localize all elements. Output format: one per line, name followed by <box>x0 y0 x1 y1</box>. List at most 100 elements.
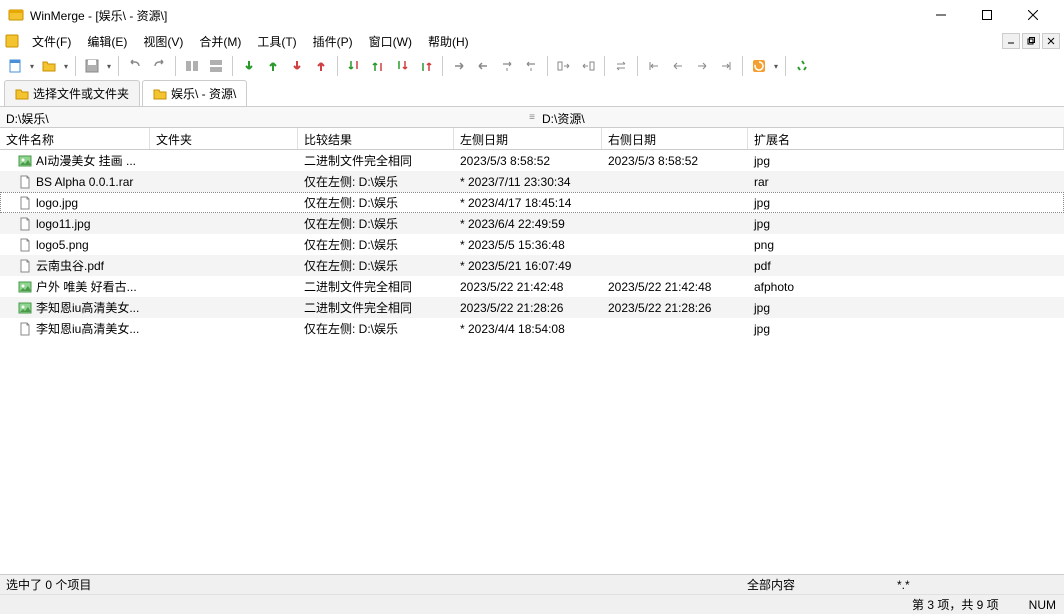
cell-left-date: * 2023/5/21 16:07:49 <box>454 259 602 273</box>
status-count: 第 3 项，共 9 项 <box>912 596 999 613</box>
cell-right-date: 2023/5/22 21:28:26 <box>602 301 748 315</box>
cell-result: 仅在左侧: D:\娱乐 <box>298 236 454 253</box>
save-button[interactable] <box>81 55 103 77</box>
mdi-minimize-button[interactable] <box>1002 33 1020 49</box>
left-path[interactable]: D:\娱乐\ <box>0 107 528 127</box>
new-dropdown[interactable]: ▾ <box>28 55 36 77</box>
table-row[interactable]: 户外 唯美 好看古...二进制文件完全相同2023/5/22 21:42:482… <box>0 276 1064 297</box>
file-grid: AI动漫美女 挂画 ...二进制文件完全相同2023/5/3 8:58:5220… <box>0 150 1064 574</box>
menu-help[interactable]: 帮助(H) <box>420 31 477 52</box>
diff-down2-button[interactable] <box>343 55 365 77</box>
cell-extension: jpg <box>748 196 1064 210</box>
copy-left-next-button[interactable] <box>520 55 542 77</box>
status-selection: 选中了 0 个项目 <box>6 576 747 593</box>
cell-left-date: * 2023/5/5 15:36:48 <box>454 238 602 252</box>
header-filename[interactable]: 文件名称 <box>0 128 150 149</box>
table-row[interactable]: 李知恩iu高清美女...仅在左侧: D:\娱乐* 2023/4/4 18:54:… <box>0 318 1064 339</box>
menu-file[interactable]: 文件(F) <box>24 31 79 52</box>
save-dropdown[interactable]: ▾ <box>105 55 113 77</box>
menubar: 文件(F) 编辑(E) 视图(V) 合并(M) 工具(T) 插件(P) 窗口(W… <box>0 30 1064 52</box>
cell-result: 二进制文件完全相同 <box>298 152 454 169</box>
doc-icon <box>4 33 20 49</box>
cell-filename: logo.jpg <box>0 196 150 210</box>
table-row[interactable]: 云南虫谷.pdf仅在左侧: D:\娱乐* 2023/5/21 16:07:49p… <box>0 255 1064 276</box>
toggle2-button[interactable] <box>205 55 227 77</box>
toggle1-button[interactable] <box>181 55 203 77</box>
diff-down3-button[interactable] <box>391 55 413 77</box>
cell-left-date: * 2023/7/11 23:30:34 <box>454 175 602 189</box>
menu-view[interactable]: 视图(V) <box>135 31 191 52</box>
diff-up-button[interactable] <box>262 55 284 77</box>
copy-right-button[interactable] <box>448 55 470 77</box>
tab-compare[interactable]: 娱乐\ - 资源\ <box>142 80 247 106</box>
cell-result: 仅在左侧: D:\娱乐 <box>298 257 454 274</box>
cell-result: 仅在左侧: D:\娱乐 <box>298 215 454 232</box>
cell-left-date: * 2023/4/17 18:45:14 <box>454 196 602 210</box>
diff-down-button[interactable] <box>238 55 260 77</box>
status-bar-main: 选中了 0 个项目 全部内容 *.* <box>0 574 1064 594</box>
mdi-restore-button[interactable] <box>1022 33 1040 49</box>
menu-tools[interactable]: 工具(T) <box>249 31 304 52</box>
refresh-button[interactable] <box>748 55 770 77</box>
menu-edit[interactable]: 编辑(E) <box>79 31 135 52</box>
cell-left-date: * 2023/4/4 18:54:08 <box>454 322 602 336</box>
cell-extension: png <box>748 238 1064 252</box>
header-extension[interactable]: 扩展名 <box>748 128 1064 149</box>
cell-right-date: 2023/5/3 8:58:52 <box>602 154 748 168</box>
table-row[interactable]: logo5.png仅在左侧: D:\娱乐* 2023/5/5 15:36:48p… <box>0 234 1064 255</box>
tab-bar: 选择文件或文件夹 娱乐\ - 资源\ <box>0 80 1064 106</box>
first-diff-button[interactable] <box>643 55 665 77</box>
menu-merge[interactable]: 合并(M) <box>191 31 249 52</box>
tab-select-label: 选择文件或文件夹 <box>33 85 129 102</box>
header-folder[interactable]: 文件夹 <box>150 128 298 149</box>
status-filter: *.* <box>897 578 1058 592</box>
diff-up2-button[interactable] <box>367 55 389 77</box>
undo-button[interactable] <box>124 55 146 77</box>
refresh-dropdown[interactable]: ▾ <box>772 55 780 77</box>
open-dropdown[interactable]: ▾ <box>62 55 70 77</box>
cell-extension: jpg <box>748 154 1064 168</box>
next-diff-button[interactable] <box>691 55 713 77</box>
header-right-date[interactable]: 右侧日期 <box>602 128 748 149</box>
last-diff-button[interactable] <box>715 55 737 77</box>
table-row[interactable]: logo.jpg 仅在左侧: D:\娱乐* 2023/4/17 18:45:14 j… <box>0 192 1064 213</box>
diff-up-red-button[interactable] <box>310 55 332 77</box>
mdi-close-button[interactable] <box>1042 33 1060 49</box>
copy-right-next-button[interactable] <box>496 55 518 77</box>
cell-extension: afphoto <box>748 280 1064 294</box>
path-separator-icon[interactable]: ≡ <box>528 107 536 127</box>
right-path[interactable]: D:\资源\ <box>536 107 1064 127</box>
cell-filename: BS Alpha 0.0.1.rar <box>0 175 150 189</box>
copy-left-button[interactable] <box>472 55 494 77</box>
table-row[interactable]: logo11.jpg仅在左侧: D:\娱乐* 2023/6/4 22:49:59… <box>0 213 1064 234</box>
swap-button[interactable] <box>610 55 632 77</box>
minimize-button[interactable] <box>918 0 964 30</box>
header-result[interactable]: 比较结果 <box>298 128 454 149</box>
recycle-button[interactable] <box>791 55 813 77</box>
cell-filename: 李知恩iu高清美女... <box>0 320 150 337</box>
diff-down-red-button[interactable] <box>286 55 308 77</box>
close-button[interactable] <box>1010 0 1056 30</box>
table-row[interactable]: 李知恩iu高清美女...二进制文件完全相同2023/5/22 21:28:262… <box>0 297 1064 318</box>
table-row[interactable]: BS Alpha 0.0.1.rar 仅在左侧: D:\娱乐* 2023/7/11… <box>0 171 1064 192</box>
cell-result: 仅在左侧: D:\娱乐 <box>298 173 454 190</box>
table-row[interactable]: AI动漫美女 挂画 ...二进制文件完全相同2023/5/3 8:58:5220… <box>0 150 1064 171</box>
menu-plugins[interactable]: 插件(P) <box>305 31 361 52</box>
titlebar: WinMerge - [娱乐\ - 资源\] <box>0 0 1064 30</box>
status-all: 全部内容 <box>747 576 897 593</box>
cell-result: 仅在左侧: D:\娱乐 <box>298 194 454 211</box>
tab-select-files[interactable]: 选择文件或文件夹 <box>4 80 140 106</box>
cell-result: 二进制文件完全相同 <box>298 278 454 295</box>
new-button[interactable] <box>4 55 26 77</box>
redo-button[interactable] <box>148 55 170 77</box>
path-bar: D:\娱乐\ ≡ D:\资源\ <box>0 106 1064 128</box>
all-left-button[interactable] <box>577 55 599 77</box>
menu-window[interactable]: 窗口(W) <box>361 31 420 52</box>
open-button[interactable] <box>38 55 60 77</box>
diff-up3-button[interactable] <box>415 55 437 77</box>
maximize-button[interactable] <box>964 0 1010 30</box>
all-right-button[interactable] <box>553 55 575 77</box>
header-left-date[interactable]: 左侧日期 <box>454 128 602 149</box>
app-icon <box>8 7 24 23</box>
prev-diff-button[interactable] <box>667 55 689 77</box>
